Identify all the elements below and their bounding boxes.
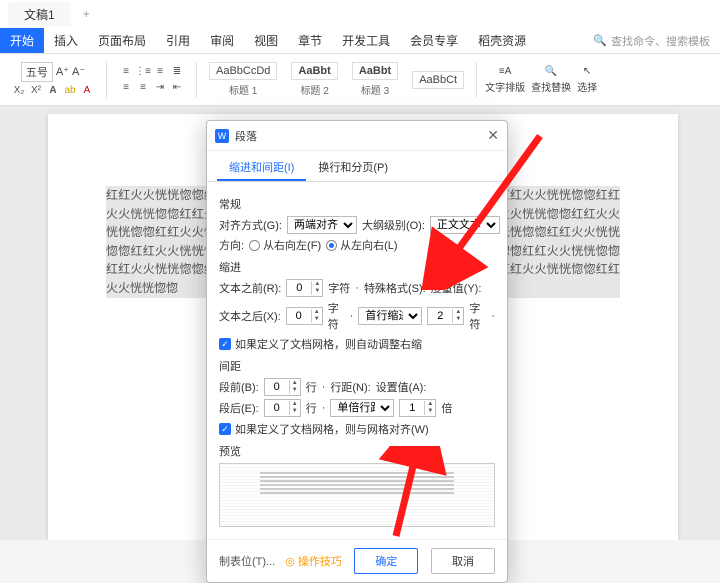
font-size-select[interactable]: 五号	[21, 62, 53, 82]
tab-indent-spacing[interactable]: 缩进和间距(I)	[217, 155, 306, 181]
tips-link[interactable]: ◎操作技巧	[285, 553, 342, 569]
menu-chapter[interactable]: 章节	[288, 28, 332, 53]
section-indent: 缩进	[219, 259, 495, 275]
superscript-icon[interactable]: X²	[29, 84, 43, 98]
cancel-button[interactable]: 取消	[431, 548, 495, 574]
menu-insert[interactable]: 插入	[44, 28, 88, 53]
align-select[interactable]: 两端对齐	[287, 216, 357, 234]
text-wrap-tool[interactable]: ≡A文字排版	[485, 66, 525, 94]
outline-label: 大纲级别(O):	[362, 217, 425, 233]
measure-spin[interactable]: ▲▼	[427, 307, 464, 325]
find-replace-tool[interactable]: 🔍查找替换	[531, 66, 571, 94]
section-general: 常规	[219, 196, 495, 212]
ribbon: 五号 A⁺ A⁻ X₂ X² A ab A ≡ ⋮≡ ≡ ≣ ≡ ≡ ⇥ ⇤ A…	[0, 54, 720, 106]
cursor-icon: ↖	[577, 66, 597, 77]
measure-label: 度量值(Y):	[431, 280, 482, 296]
increase-font-icon[interactable]: A⁺	[56, 65, 69, 78]
menu-view[interactable]: 视图	[244, 28, 288, 53]
space-before-spin[interactable]: ▲▼	[264, 378, 301, 396]
special-select[interactable]: 首行缩进	[358, 307, 422, 325]
section-preview: 预览	[219, 443, 495, 459]
unit-line2: 行	[306, 400, 317, 416]
direction-label: 方向:	[219, 237, 244, 253]
space-before-label: 段前(B):	[219, 379, 259, 395]
align-left-icon[interactable]: ≡	[153, 65, 167, 79]
outdent-icon[interactable]: ⇤	[170, 81, 184, 95]
close-button[interactable]: ✕	[487, 127, 499, 144]
style-h1[interactable]: AaBbt	[291, 62, 337, 80]
menu-member[interactable]: 会员专享	[400, 28, 468, 53]
menu-dev[interactable]: 开发工具	[332, 28, 400, 53]
textwrap-icon: ≡A	[485, 66, 525, 77]
space-after-spin[interactable]: ▲▼	[264, 399, 301, 417]
unit-char3: 字符	[469, 300, 486, 332]
numbering-icon[interactable]: ⋮≡	[136, 65, 150, 79]
text-after-label: 文本之后(X):	[219, 308, 281, 324]
decrease-font-icon[interactable]: A⁻	[72, 65, 85, 78]
text-before-label: 文本之前(R):	[219, 280, 281, 296]
special-label: 特殊格式(S):	[364, 280, 426, 296]
document-tab[interactable]: 文稿1	[8, 2, 71, 27]
checkbox-snap-grid[interactable]: ✓如果定义了文档网格，则与网格对齐(W)	[219, 421, 495, 437]
paragraph-dialog: W 段落 ✕ 缩进和间距(I) 换行和分页(P) 常规 对齐方式(G): 两端对…	[206, 120, 508, 583]
menu-layout[interactable]: 页面布局	[88, 28, 156, 53]
style-normal[interactable]: AaBbCcDd	[209, 62, 277, 80]
tabstop-button[interactable]: 制表位(T)...	[219, 553, 275, 569]
search-box[interactable]: 🔍 查找命令、搜索模板	[593, 33, 710, 49]
subscript-icon[interactable]: X₂	[12, 84, 26, 98]
align-center-icon[interactable]: ≣	[170, 65, 184, 79]
space-after-label: 段后(E):	[219, 400, 259, 416]
checkbox-auto-indent[interactable]: ✓如果定义了文档网格，则自动调整右缩	[219, 336, 495, 352]
search-icon: 🔍	[593, 34, 607, 47]
search-placeholder: 查找命令、搜索模板	[611, 33, 710, 49]
tab-line-page-break[interactable]: 换行和分页(P)	[306, 155, 400, 181]
section-spacing: 间距	[219, 358, 495, 374]
text-after-spin[interactable]: ▲▼	[286, 307, 323, 325]
align-icon[interactable]: ≡	[119, 81, 133, 95]
radio-rtl[interactable]: 从右向左(F)	[249, 237, 321, 253]
radio-ltr[interactable]: 从左向右(L)	[326, 237, 397, 253]
dialog-title: 段落	[235, 128, 257, 144]
align2-icon[interactable]: ≡	[136, 81, 150, 95]
menu-ref[interactable]: 引用	[156, 28, 200, 53]
preview-box	[219, 463, 495, 527]
bold-icon[interactable]: A	[46, 84, 60, 98]
bullets-icon[interactable]: ≡	[119, 65, 133, 79]
ok-button[interactable]: 确定	[354, 548, 418, 574]
menu-bar: 开始 插入 页面布局 引用 审阅 视图 章节 开发工具 会员专享 稻壳资源 🔍 …	[0, 28, 720, 54]
style-h2[interactable]: AaBbt	[352, 62, 398, 80]
set-value-spin[interactable]: ▲▼	[399, 399, 436, 417]
lightbulb-icon: ◎	[285, 555, 295, 568]
menu-review[interactable]: 审阅	[200, 28, 244, 53]
outline-select[interactable]: 正文文本	[430, 216, 500, 234]
new-tab-button[interactable]: +	[83, 7, 90, 21]
font-color-icon[interactable]: A	[80, 84, 94, 98]
menu-start[interactable]: 开始	[0, 28, 44, 53]
unit-char2: 字符	[328, 300, 345, 332]
unit-char: 字符	[328, 280, 350, 296]
indent-icon[interactable]: ⇥	[153, 81, 167, 95]
align-label: 对齐方式(G):	[219, 217, 282, 233]
highlight-icon[interactable]: ab	[63, 84, 77, 98]
search-icon: 🔍	[531, 66, 571, 77]
menu-resource[interactable]: 稻壳资源	[468, 28, 536, 53]
unit-bei: 倍	[441, 400, 452, 416]
style-h3[interactable]: AaBbCt	[412, 71, 464, 89]
line-spacing-label: 行距(N):	[330, 379, 370, 395]
set-value-label: 设置值(A):	[376, 379, 427, 395]
unit-line: 行	[306, 379, 317, 395]
select-tool[interactable]: ↖选择	[577, 66, 597, 94]
app-icon: W	[215, 129, 229, 143]
line-spacing-select[interactable]: 单倍行距	[330, 399, 394, 417]
title-bar: 文稿1 +	[0, 0, 720, 28]
text-before-spin[interactable]: ▲▼	[286, 279, 323, 297]
